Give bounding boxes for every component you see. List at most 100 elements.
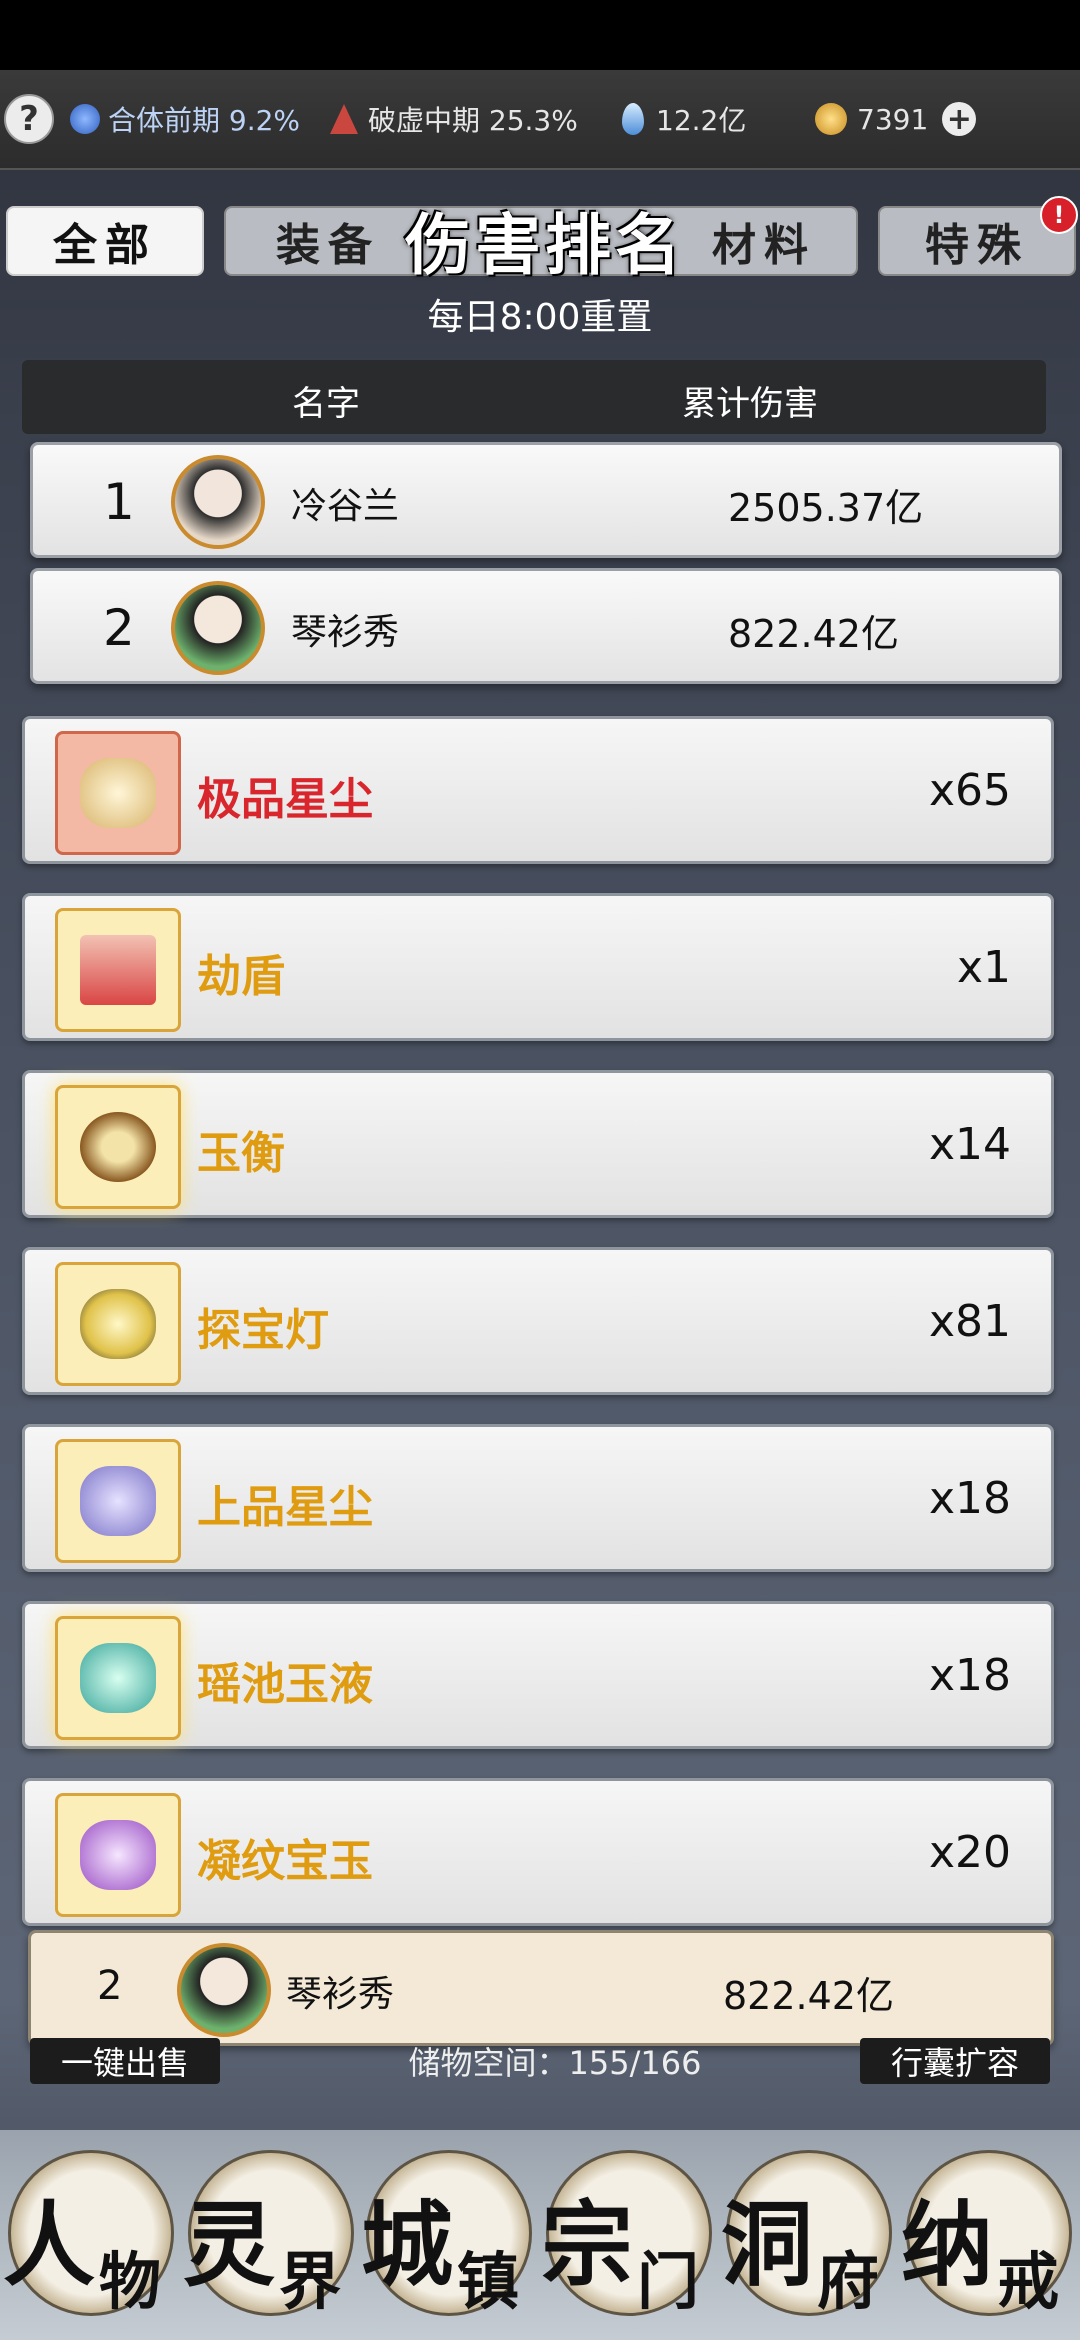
nav-sect-char2: 门 <box>637 2245 700 2318</box>
item-quantity: x20 <box>928 1827 1011 1878</box>
tab-equip-label: 装备 <box>276 220 380 271</box>
nav-character-char1: 人 <box>3 2191 96 2299</box>
player-name: 琴衫秀 <box>286 1974 395 2015</box>
jade-disc-icon <box>80 1112 156 1182</box>
nav-cave[interactable]: 洞 府 <box>721 2150 892 2318</box>
droplet-icon <box>622 103 644 135</box>
yin-yang-icon <box>70 104 100 134</box>
tab-material-label: 材料 <box>712 220 816 271</box>
inventory-item[interactable]: 凝纹宝玉 x20 <box>22 1778 1054 1926</box>
storage-capacity: 储物空间：155/166 <box>408 2044 702 2082</box>
rank-number: 1 <box>103 473 135 531</box>
nav-cave-char1: 洞 <box>721 2191 814 2299</box>
item-quantity: x18 <box>928 1473 1011 1524</box>
nav-spirit-realm-char2: 界 <box>279 2245 342 2318</box>
jade-bottle-icon <box>80 1643 156 1713</box>
tribulation-text: 破虚中期 25.3% <box>368 104 578 137</box>
realm-stat[interactable]: 合体前期 9.2% <box>70 70 300 168</box>
item-icon-frame <box>55 731 181 855</box>
bottom-navigation: 人 物 灵 界 城 镇 宗 门 洞 府 纳 戒 <box>0 2130 1080 2340</box>
item-name: 探宝灯 <box>197 1305 329 1356</box>
ranking-row[interactable]: 2 琴衫秀 822.42亿 <box>30 568 1062 684</box>
nav-character-char2: 物 <box>99 2245 162 2318</box>
ranking-row[interactable]: 1 冷谷兰 2505.37亿 <box>30 442 1062 558</box>
item-icon-frame <box>55 1262 181 1386</box>
item-icon-frame <box>55 908 181 1032</box>
item-icon-frame <box>55 1085 181 1209</box>
avatar <box>171 581 265 675</box>
spirit-stone-stat[interactable]: 12.2亿 <box>622 70 746 168</box>
inventory-item[interactable]: 探宝灯 x81 <box>22 1247 1054 1395</box>
item-name: 玉衡 <box>197 1128 285 1179</box>
rank-number: 2 <box>103 599 135 657</box>
self-ranking-row[interactable]: 2 琴衫秀 822.42亿 <box>28 1930 1054 2046</box>
tribulation-stat[interactable]: 破虚中期 25.3% <box>330 70 578 168</box>
stardust-icon <box>80 1466 156 1536</box>
ranking-header: 名字 累计伤害 <box>22 360 1046 434</box>
gold-stat[interactable]: 7391 + <box>815 70 977 168</box>
player-damage: 2505.37亿 <box>728 486 924 530</box>
item-name: 上品星尘 <box>197 1482 373 1533</box>
player-name: 琴衫秀 <box>291 612 400 653</box>
item-quantity: x65 <box>928 765 1011 816</box>
col-damage: 累计伤害 <box>682 384 818 424</box>
expand-bag-button[interactable]: 行囊扩容 <box>860 2038 1050 2084</box>
inventory-item[interactable]: 玉衡 x14 <box>22 1070 1054 1218</box>
item-name: 瑶池玉液 <box>197 1659 373 1710</box>
alert-badge-icon: ! <box>1040 196 1078 234</box>
tab-all-label: 全部 <box>53 220 157 271</box>
player-damage: 822.42亿 <box>728 612 899 656</box>
sword-icon <box>330 104 358 134</box>
item-name: 劫盾 <box>197 951 285 1002</box>
item-name: 极品星尘 <box>197 774 373 825</box>
item-quantity: x14 <box>928 1119 1011 1170</box>
scroll-icon <box>80 935 156 1005</box>
inventory-item[interactable]: 劫盾 x1 <box>22 893 1054 1041</box>
nav-ring-char1: 纳 <box>901 2191 994 2299</box>
nav-ring[interactable]: 纳 戒 <box>901 2150 1072 2318</box>
inventory-item[interactable]: 极品星尘 x65 <box>22 716 1054 864</box>
damage-ranking-title: 伤害排名 <box>405 206 685 284</box>
add-gold-button[interactable]: + <box>942 102 977 137</box>
nav-ring-char2: 戒 <box>997 2245 1060 2318</box>
inventory-item[interactable]: 瑶池玉液 x18 <box>22 1601 1054 1749</box>
realm-text: 合体前期 9.2% <box>108 104 301 137</box>
avatar <box>171 455 265 549</box>
item-quantity: x81 <box>928 1296 1011 1347</box>
tab-special-label: 特殊 <box>925 220 1029 271</box>
item-quantity: x1 <box>956 942 1011 993</box>
lantern-icon <box>80 1289 156 1359</box>
resource-bar: ? 合体前期 9.2% 破虚中期 25.3% 12.2亿 7391 + <box>0 70 1080 170</box>
rank-number: 2 <box>97 1963 123 2009</box>
avatar <box>177 1943 271 2037</box>
coin-icon <box>815 103 847 135</box>
nav-spirit-realm[interactable]: 灵 界 <box>183 2150 354 2318</box>
sell-all-button[interactable]: 一键出售 <box>30 2038 220 2084</box>
stardust-icon <box>80 758 156 828</box>
jade-gem-icon <box>80 1820 156 1890</box>
col-name: 名字 <box>292 384 360 424</box>
nav-cave-char2: 府 <box>817 2245 880 2318</box>
reset-note: 每日8:00重置 <box>427 297 653 338</box>
spirit-stone-text: 12.2亿 <box>656 104 747 137</box>
nav-character[interactable]: 人 物 <box>3 2150 174 2318</box>
system-status-bar <box>0 0 1080 70</box>
tab-all[interactable]: 全部 <box>6 206 204 276</box>
item-icon-frame <box>55 1616 181 1740</box>
item-icon-frame <box>55 1439 181 1563</box>
nav-town-char2: 镇 <box>457 2245 520 2318</box>
nav-sect[interactable]: 宗 门 <box>541 2150 712 2318</box>
nav-town[interactable]: 城 镇 <box>361 2150 532 2318</box>
help-icon: ? <box>4 94 54 144</box>
item-icon-frame <box>55 1793 181 1917</box>
nav-spirit-realm-char1: 灵 <box>183 2191 276 2299</box>
help-button[interactable]: ? <box>4 70 54 168</box>
player-damage: 822.42亿 <box>723 1974 894 2018</box>
item-quantity: x18 <box>928 1650 1011 1701</box>
gold-text: 7391 <box>857 102 929 136</box>
item-name: 凝纹宝玉 <box>197 1836 373 1887</box>
inventory-item[interactable]: 上品星尘 x18 <box>22 1424 1054 1572</box>
nav-town-char1: 城 <box>361 2191 454 2299</box>
nav-sect-char1: 宗 <box>541 2191 634 2299</box>
player-name: 冷谷兰 <box>291 486 400 527</box>
